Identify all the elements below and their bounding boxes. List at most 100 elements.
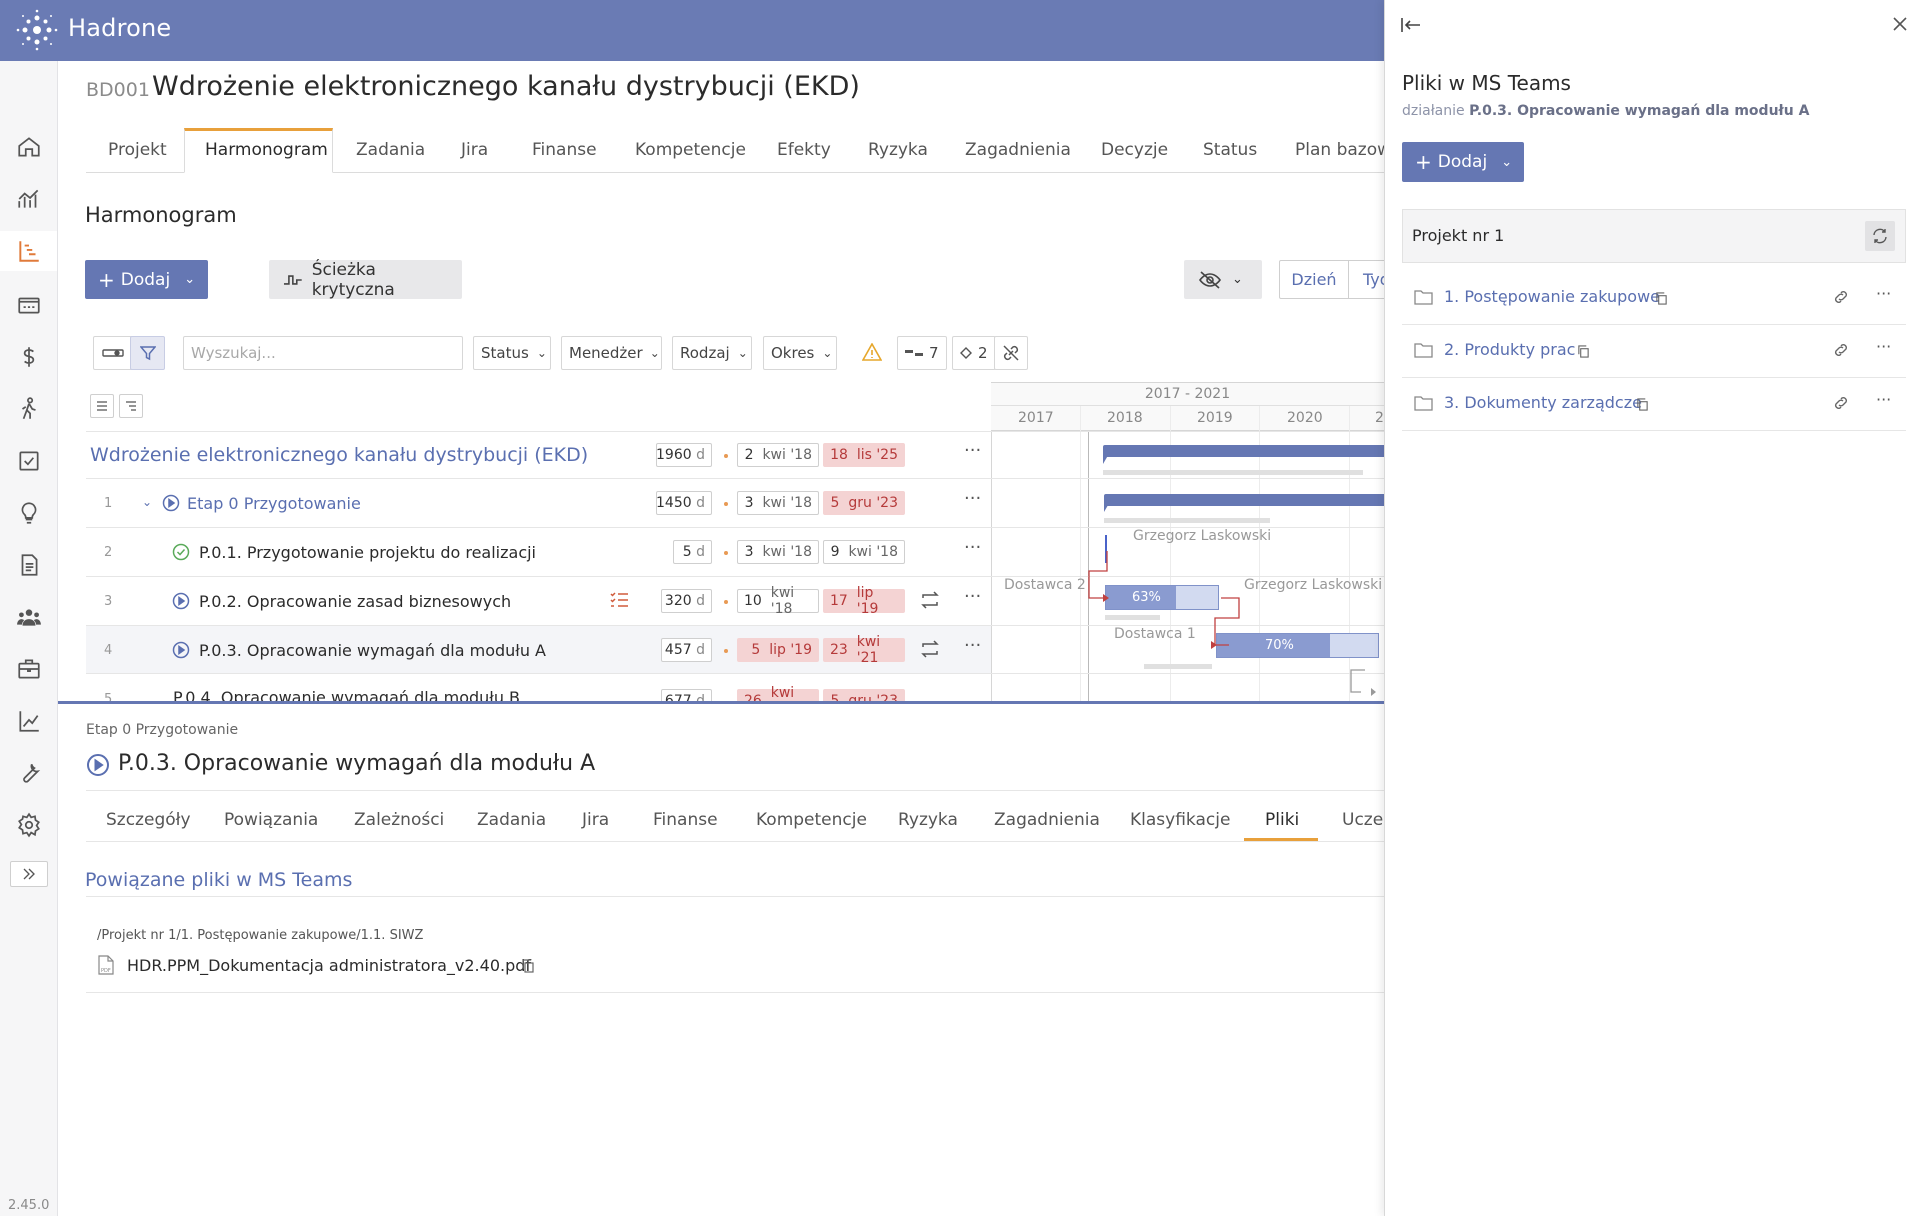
copy-icon[interactable]	[521, 959, 535, 977]
view-day-button[interactable]: Dzień	[1279, 260, 1349, 299]
start-month: kwi '21	[770, 685, 795, 701]
search-input[interactable]: Wyszukaj...	[183, 336, 463, 370]
copy-icon[interactable]	[1577, 344, 1590, 362]
tab-projekt[interactable]: Projekt	[108, 140, 167, 160]
lightbulb-icon[interactable]	[9, 493, 49, 533]
visibility-toggle-button[interactable]: ⌄	[1184, 260, 1262, 299]
tab-ryzyka[interactable]: Ryzyka	[868, 140, 928, 160]
split-pane-divider[interactable]	[58, 701, 1384, 704]
duration-unit: d	[696, 693, 705, 701]
detail-tab-uczestnicy[interactable]: Uczes	[1342, 810, 1384, 830]
row-menu-dots-icon[interactable]: ···	[1876, 284, 1891, 303]
wrench-icon[interactable]	[9, 753, 49, 793]
detail-tab-jira[interactable]: Jira	[582, 810, 609, 830]
unlink-button[interactable]	[994, 336, 1028, 370]
folder-row[interactable]: 3. Dokumenty zarządcze ···	[1402, 378, 1906, 431]
file-name-link[interactable]: HDR.PPM_Dokumentacja administratora_v2.4…	[127, 956, 531, 975]
refresh-button[interactable]	[1865, 221, 1895, 251]
filter-button[interactable]	[130, 336, 165, 370]
detail-tab-klasyfikacje[interactable]: Klasyfikacje	[1130, 810, 1230, 830]
warning-triangle-icon[interactable]	[861, 342, 883, 365]
row-menu-dots-icon[interactable]: ···	[964, 635, 981, 656]
briefcase-icon[interactable]	[9, 649, 49, 689]
link-icon[interactable]	[1832, 396, 1850, 414]
detail-tab-pliki[interactable]: Pliki	[1265, 810, 1299, 830]
recurring-arrows-icon[interactable]	[919, 640, 941, 662]
row-menu-dots-icon[interactable]: ···	[964, 586, 981, 607]
add-button[interactable]: + Dodaj ⌄	[85, 260, 208, 299]
detail-tab-zaleznosci[interactable]: Zależności	[354, 810, 444, 830]
collapse-toggle-button[interactable]	[93, 336, 133, 370]
filter-manager-dropdown[interactable]: Menedżer ⌄	[561, 336, 662, 370]
copy-icon[interactable]	[1636, 397, 1649, 415]
collapse-all-button[interactable]	[119, 394, 143, 418]
play-circle-icon	[172, 641, 190, 663]
detail-tab-kompetencje[interactable]: Kompetencje	[756, 810, 867, 830]
tab-decyzje[interactable]: Decyzje	[1101, 140, 1168, 160]
filter-status-dropdown[interactable]: Status ⌄	[473, 336, 551, 370]
filter-type-dropdown[interactable]: Rodzaj ⌄	[672, 336, 752, 370]
tab-finanse[interactable]: Finanse	[532, 140, 597, 160]
detail-tab-ryzyka[interactable]: Ryzyka	[898, 810, 958, 830]
tab-kompetencje[interactable]: Kompetencje	[635, 140, 746, 160]
filter-period-dropdown[interactable]: Okres ⌄	[763, 336, 837, 370]
row-menu-dots-icon[interactable]: ···	[964, 488, 981, 509]
document-icon[interactable]	[9, 545, 49, 585]
task-row-name[interactable]: P.0.2. Opracowanie zasad biznesowych	[199, 592, 511, 611]
recurring-arrows-icon[interactable]	[919, 591, 941, 613]
detail-tab-powiazania[interactable]: Powiązania	[224, 810, 318, 830]
dashboard-chart-icon[interactable]	[9, 179, 49, 219]
detail-tab-zagadnienia[interactable]: Zagadnienia	[994, 810, 1100, 830]
task-row-name[interactable]: P.0.1. Przygotowanie projektu do realiza…	[199, 543, 536, 562]
tab-zagadnienia[interactable]: Zagadnienia	[965, 140, 1071, 160]
folder-row[interactable]: 1. Postępowanie zakupowe ···	[1402, 272, 1906, 325]
tasks-checkbox-icon[interactable]	[9, 441, 49, 481]
view-week-button[interactable]: Tyd	[1348, 260, 1384, 299]
home-icon[interactable]	[9, 127, 49, 167]
expand-nav-chevrons-icon[interactable]	[10, 861, 48, 887]
milestones-counter[interactable]: 2	[952, 336, 996, 370]
expand-all-button[interactable]	[90, 394, 114, 418]
detail-tab-zadania[interactable]: Zadania	[477, 810, 546, 830]
collapse-panel-icon[interactable]	[1400, 16, 1422, 38]
detail-breadcrumb[interactable]: Etap 0 Przygotowanie	[86, 722, 238, 738]
tab-status[interactable]: Status	[1203, 140, 1257, 160]
phase-row-name[interactable]: Etap 0 Przygotowanie	[187, 494, 361, 513]
panel-subtitle-activity[interactable]: P.0.3. Opracowanie wymagań dla modułu A	[1469, 103, 1809, 119]
tab-jira[interactable]: Jira	[461, 140, 488, 160]
person-walking-icon[interactable]	[9, 389, 49, 429]
close-icon[interactable]	[1892, 16, 1908, 36]
detail-tab-szczegoly[interactable]: Szczegóły	[106, 810, 191, 830]
folder-link[interactable]: 3. Dokumenty zarządcze	[1444, 393, 1642, 412]
folder-row[interactable]: 2. Produkty prac ···	[1402, 325, 1906, 378]
project-summary-bar[interactable]	[1103, 445, 1384, 457]
copy-icon[interactable]	[1655, 291, 1668, 309]
tab-zadania[interactable]: Zadania	[356, 140, 425, 160]
folder-link[interactable]: 1. Postępowanie zakupowe	[1444, 287, 1660, 306]
panel-add-button[interactable]: + Dodaj ⌄	[1402, 142, 1524, 182]
detail-tab-finanse[interactable]: Finanse	[653, 810, 718, 830]
link-icon[interactable]	[1832, 290, 1850, 308]
folder-link[interactable]: 2. Produkty prac	[1444, 340, 1575, 359]
tab-harmonogram[interactable]: Harmonogram	[205, 140, 328, 160]
schedule-gantt-icon[interactable]	[0, 231, 57, 271]
task-row-name-selected[interactable]: P.0.3. Opracowanie wymagań dla modułu A	[199, 641, 546, 660]
reports-chart-icon[interactable]	[9, 701, 49, 741]
settings-gear-icon[interactable]	[9, 805, 49, 845]
checklist-icon[interactable]	[610, 592, 629, 612]
link-icon[interactable]	[1832, 343, 1850, 361]
row-menu-dots-icon[interactable]: ···	[964, 440, 981, 461]
team-people-icon[interactable]	[9, 597, 49, 637]
phase-summary-bar[interactable]	[1104, 494, 1384, 506]
row-menu-dots-icon[interactable]: ···	[964, 537, 981, 558]
dependencies-counter[interactable]: 7	[897, 336, 947, 370]
folder-icon[interactable]	[9, 285, 49, 325]
row-menu-dots-icon[interactable]: ···	[1876, 390, 1891, 409]
project-row-name[interactable]: Wdrożenie elektronicznego kanału dystryb…	[90, 444, 588, 466]
row-menu-dots-icon[interactable]: ···	[1876, 337, 1891, 356]
critical-path-button[interactable]: Ścieżka krytyczna	[269, 260, 462, 300]
finance-dollar-icon[interactable]	[9, 337, 49, 377]
chevron-collapse-icon[interactable]: ⌄	[142, 495, 152, 509]
tab-efekty[interactable]: Efekty	[777, 140, 831, 160]
task-row-name[interactable]: P.0.4. Opracowanie wymagań dla modułu B	[173, 688, 520, 701]
